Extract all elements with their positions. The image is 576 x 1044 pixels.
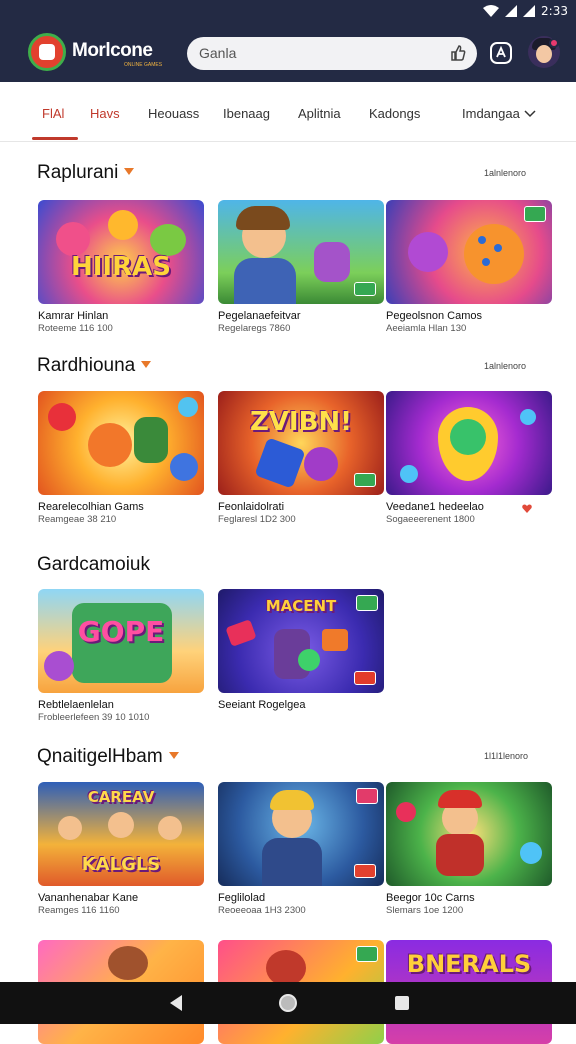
search-bar[interactable]: Ganla [187,37,477,70]
section-title: Rardhiouna [37,355,152,377]
brand-logo-icon[interactable] [28,33,66,71]
tab-more[interactable]: Imdangaa [462,106,536,121]
game-art-title: BNERALS [406,950,532,978]
signal-icon [505,5,518,17]
see-all-link[interactable]: 1alnlenoro [484,361,526,371]
game-thumbnail[interactable]: GOPE [38,589,204,693]
game-title: Feglilolad [218,892,266,904]
system-nav-bar [0,982,576,1024]
notification-badge [549,38,559,48]
game-meta: Slemars 1oe 1200 [386,905,464,916]
dropdown-icon[interactable] [124,168,135,175]
tab-ibenaag[interactable]: Ibenaag [223,106,270,121]
game-title: Beegor 10c Carns [386,892,475,904]
status-icons: 2:33 [483,4,568,18]
sale-badge [354,864,376,878]
heart-icon[interactable] [522,504,532,513]
game-art-title: HIIRAS [71,252,171,282]
category-tabs: FlAl Havs Heouass Ibenaag Aplitnia Kadon… [0,82,576,142]
store-icon[interactable] [489,41,513,65]
see-all-link[interactable]: 1l1l1lenoro [484,751,528,761]
game-thumbnail[interactable] [38,391,204,495]
tab-houses[interactable]: Heouass [148,106,199,121]
tab-all[interactable]: FlAl [42,106,64,121]
home-icon[interactable] [279,994,297,1012]
chevron-down-icon [524,110,536,118]
game-art-title: GOPE [77,615,165,648]
game-meta: Reamgeae 38 210 [38,514,117,525]
game-thumbnail[interactable] [218,782,384,886]
game-title: Feonlaidolrati [218,501,285,513]
game-meta: Regelaregs 7860 [218,323,291,334]
game-thumbnail[interactable]: HIIRAS [38,200,204,304]
see-all-link[interactable]: 1alnlenoro [484,168,526,178]
tab-aplitnia[interactable]: Aplitnia [298,106,341,121]
game-meta: Sogaeeerenent 1800 [386,514,475,525]
thumbs-up-icon[interactable] [449,44,467,62]
section-title: Raplurani [37,162,135,184]
game-thumbnail[interactable]: ZVIBN! [218,391,384,495]
game-meta: Frobleerlefeen 39 10 1010 [38,712,150,723]
game-title: Pegeolsnon Camos [386,310,483,322]
game-meta: Roteeme 116 100 [38,323,113,334]
app-header: Morlcone ONLINE GAMES Ganla [0,24,576,82]
tab-more-label: Imdangaa [462,106,520,121]
game-art-title-top: CAREAV [87,788,155,806]
section-title: Gardcamoiuk [37,554,150,575]
tab-new[interactable]: Havs [90,106,120,121]
brand-name: Morlcone [72,40,153,61]
game-title: Veedane1 hedeelao [386,501,484,513]
game-meta: Feglaresl 1D2 300 [218,514,296,525]
status-time: 2:33 [541,4,568,18]
game-title: Vananhenabar Kane [38,892,139,904]
game-title: Kamrar Hinlan [38,310,109,322]
dropdown-icon[interactable] [141,361,152,368]
battery-icon [523,5,536,17]
brand-tagline: ONLINE GAMES [124,62,163,68]
rating-badge [354,282,376,296]
game-thumbnail[interactable]: MACENT [218,589,384,693]
section-title: QnaitigelHbam [37,746,179,768]
recent-apps-icon[interactable] [395,996,409,1010]
game-art-title: ZVIBN! [249,407,353,437]
active-tab-indicator [32,137,78,140]
dropdown-icon[interactable] [168,752,179,759]
game-thumbnail[interactable]: CAREAV KALGLS [38,782,204,886]
game-meta: Reoeeoaa 1H3 2300 [218,905,306,916]
tab-kadongs[interactable]: Kadongs [369,106,420,121]
rating-badge [356,946,378,962]
game-title: Rebtlelaenlelan [38,699,114,711]
heart-badge [356,788,378,804]
game-thumbnail[interactable] [386,391,552,495]
rating-badge [354,473,376,487]
back-icon[interactable] [170,995,182,1011]
game-thumbnail[interactable] [218,200,384,304]
wifi-icon [483,5,500,17]
game-thumbnail[interactable] [386,782,552,886]
search-input[interactable]: Ganla [199,45,236,61]
sale-badge [354,671,376,685]
game-meta: Aeeiamla Hlan 130 [386,323,467,334]
game-thumbnail[interactable] [386,200,552,304]
rating-badge [356,595,378,611]
game-title: Rearelecolhian Gams [38,501,144,513]
status-bar: 2:33 [0,0,576,24]
game-meta: Reamges 116 1160 [38,905,120,916]
rating-badge [524,206,546,222]
game-title: Pegelanaefeitvar [218,310,301,322]
game-art-title: KALGLS [81,854,161,875]
game-title: Seeiant Rogelgea [218,699,306,711]
